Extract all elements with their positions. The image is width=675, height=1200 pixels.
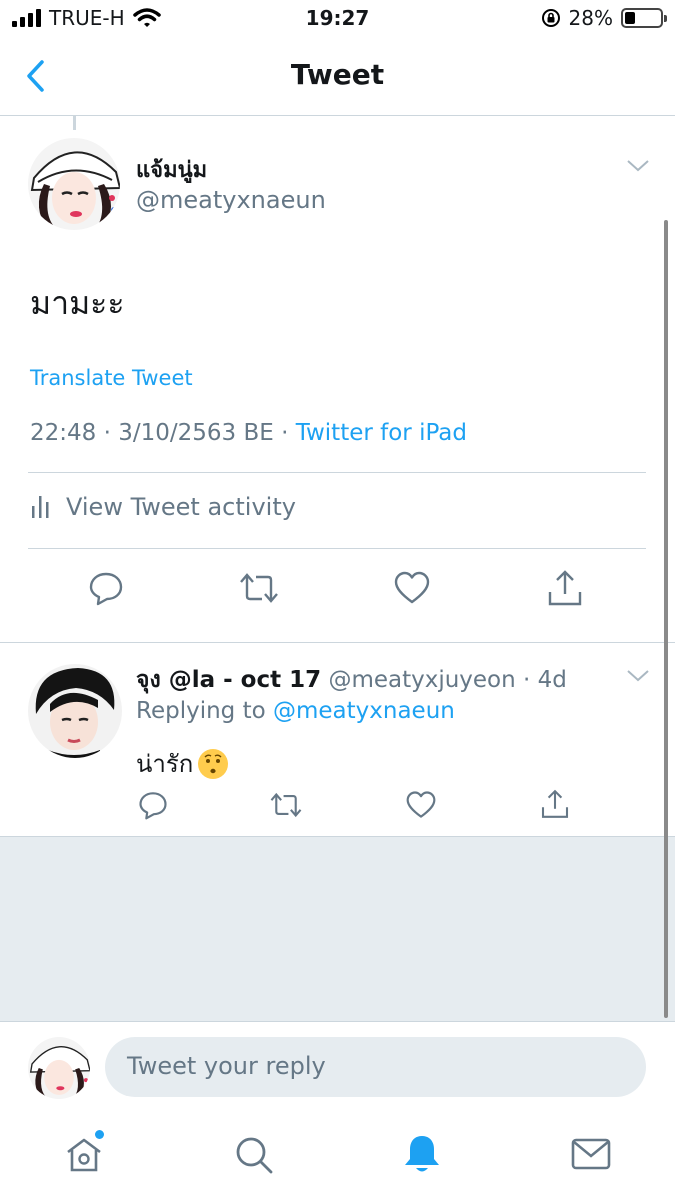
chevron-down-icon[interactable]	[626, 158, 650, 174]
translate-link[interactable]: Translate Tweet	[30, 366, 193, 390]
chevron-down-icon[interactable]	[626, 668, 650, 684]
divider	[28, 472, 646, 473]
meta-separator: ·	[103, 420, 111, 446]
status-bar: TRUE-H 19:27 28%	[0, 0, 675, 40]
replying-to-link[interactable]: @meatyxnaeun	[273, 698, 455, 724]
battery-icon	[621, 8, 667, 28]
tweet-source-link[interactable]: Twitter for iPad	[296, 420, 467, 446]
battery-percent: 28%	[568, 6, 613, 30]
status-right: 28%	[541, 6, 667, 30]
thread-line	[73, 116, 76, 130]
reply-header: จุง @la - oct 17 @meatyxjuyeon · 4d	[136, 662, 567, 698]
empty-area	[0, 836, 675, 1022]
divider	[0, 642, 675, 643]
retweet-icon[interactable]	[238, 570, 280, 606]
view-activity-label: View Tweet activity	[66, 493, 296, 521]
reply-author-avatar[interactable]	[28, 664, 122, 758]
reply-text: น่ารัก	[136, 744, 229, 783]
author-handle[interactable]: @meatyxnaeun	[136, 186, 326, 214]
reply-input[interactable]: Tweet your reply	[105, 1037, 646, 1097]
view-activity-button[interactable]: View Tweet activity	[30, 493, 296, 521]
kissing-face-emoji	[198, 748, 229, 779]
notifications-icon[interactable]	[400, 1132, 444, 1176]
tweet-time: 22:48	[30, 420, 97, 446]
share-icon[interactable]	[539, 788, 571, 820]
replying-to: Replying to @meatyxnaeun	[136, 698, 455, 724]
messages-icon[interactable]	[569, 1132, 613, 1176]
reply-text-body: น่ารัก	[136, 750, 194, 778]
like-icon[interactable]	[393, 570, 431, 606]
page-title: Tweet	[290, 58, 385, 91]
meta-separator: ·	[281, 420, 289, 446]
reply-icon[interactable]	[138, 790, 168, 820]
like-icon[interactable]	[405, 790, 437, 820]
tweet-date: 3/10/2563 BE	[118, 420, 274, 446]
tweet-meta: 22:48 · 3/10/2563 BE · Twitter for iPad	[30, 420, 467, 446]
battery-fill	[625, 12, 635, 24]
home-notification-dot	[95, 1130, 104, 1139]
search-icon[interactable]	[231, 1132, 275, 1176]
tweet-text: มามะะ	[30, 284, 125, 322]
reply-age: · 4d	[523, 667, 567, 693]
tab-bar	[0, 1120, 675, 1200]
orientation-lock-icon	[541, 9, 560, 27]
replying-prefix: Replying to	[136, 698, 266, 724]
retweet-icon[interactable]	[269, 790, 303, 820]
reply-author-name[interactable]: จุง @la - oct 17	[136, 667, 321, 693]
share-icon[interactable]	[546, 568, 584, 608]
reply-icon[interactable]	[88, 570, 124, 606]
activity-bars-icon	[32, 496, 49, 518]
divider	[28, 548, 646, 549]
my-avatar[interactable]	[28, 1037, 90, 1099]
author-name[interactable]: แจ้มนู่ม	[136, 152, 207, 187]
nav-bar: Tweet	[0, 40, 675, 116]
reply-author-handle[interactable]: @meatyxjuyeon	[328, 667, 515, 693]
scrollbar[interactable]	[664, 220, 668, 1018]
author-avatar[interactable]	[28, 138, 120, 230]
